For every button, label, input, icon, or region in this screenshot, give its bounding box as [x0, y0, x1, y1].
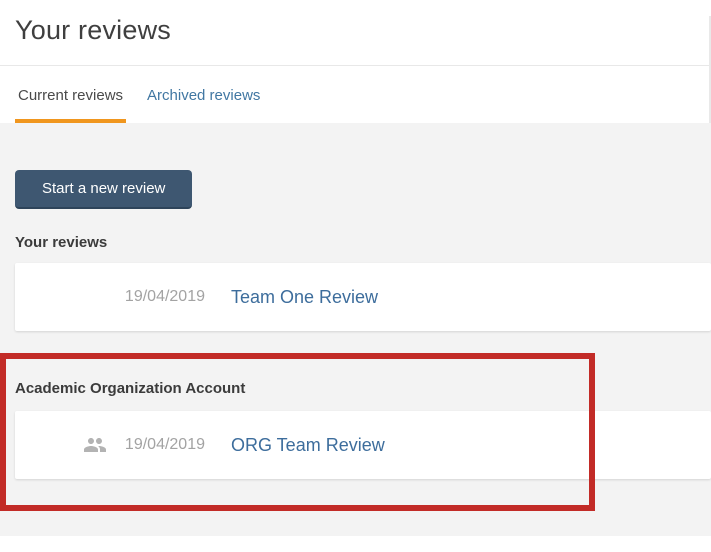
reviews-page: Your reviews Current reviews Archived re… — [0, 0, 711, 552]
review-link-org-team[interactable]: ORG Team Review — [231, 435, 385, 456]
review-row-team-one[interactable]: 19/04/2019 Team One Review — [15, 263, 711, 331]
page-title: Your reviews — [15, 15, 171, 45]
section-heading-academic-org: Academic Organization Account — [15, 380, 246, 397]
review-row-org-team[interactable]: 19/04/2019 ORG Team Review — [15, 411, 711, 479]
review-row-meta: 19/04/2019 — [15, 433, 205, 457]
review-date: 19/04/2019 — [124, 288, 205, 305]
section-heading-your-reviews: Your reviews — [15, 234, 108, 251]
group-icon — [83, 433, 107, 457]
review-row-meta: 19/04/2019 — [15, 288, 205, 306]
tab-current-reviews[interactable]: Current reviews — [15, 67, 126, 123]
tab-bar: Current reviews Archived reviews — [0, 67, 711, 123]
page-header: Your reviews — [0, 0, 711, 66]
tab-archived-reviews[interactable]: Archived reviews — [144, 67, 263, 123]
start-new-review-button[interactable]: Start a new review — [15, 170, 193, 209]
review-date: 19/04/2019 — [124, 436, 205, 453]
review-link-team-one[interactable]: Team One Review — [231, 287, 378, 308]
